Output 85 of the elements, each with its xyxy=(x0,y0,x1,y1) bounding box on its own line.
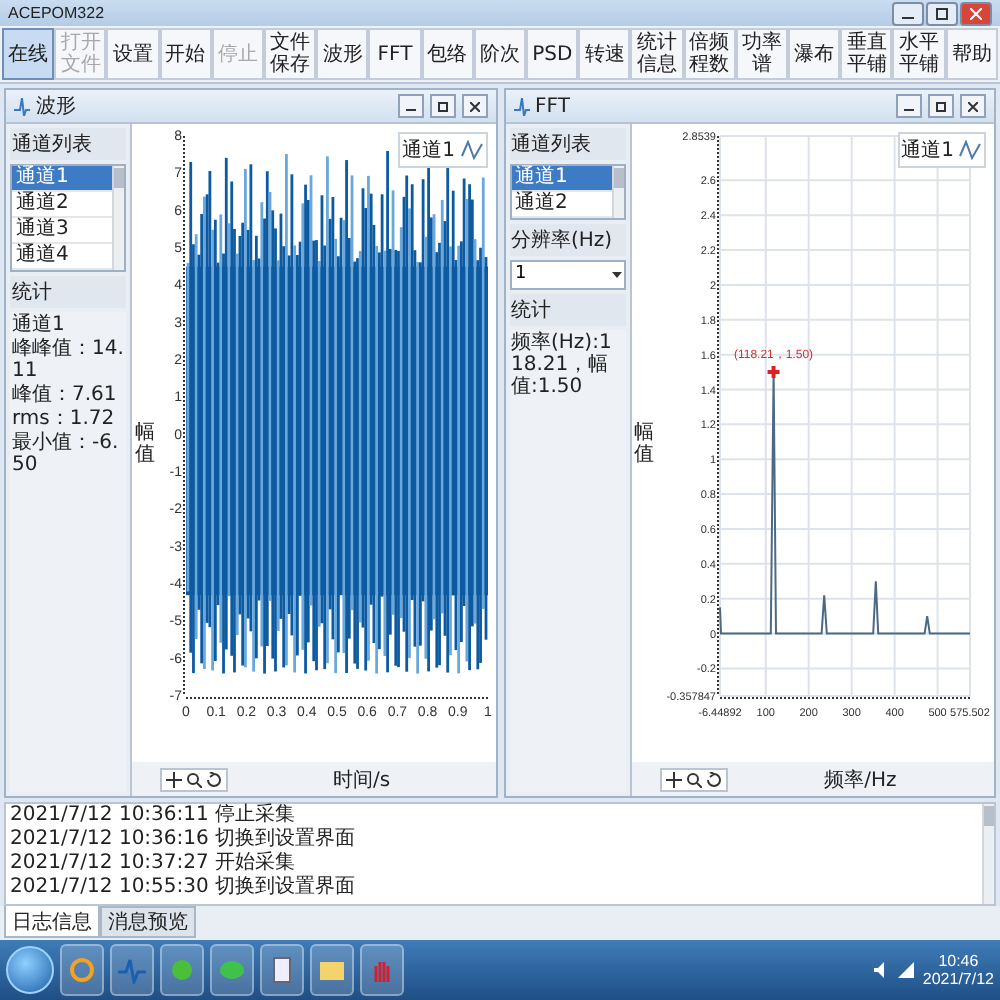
clock[interactable]: 10:46 2021/7/12 xyxy=(922,952,994,988)
clock-time: 10:46 xyxy=(938,952,979,970)
channel-item[interactable]: 通道3 xyxy=(12,218,112,244)
maximize-button[interactable] xyxy=(926,1,958,25)
wave-icon xyxy=(459,140,483,160)
network-icon[interactable] xyxy=(898,962,915,978)
channel-item[interactable]: 通道1 xyxy=(12,166,112,192)
pulse-icon xyxy=(14,97,30,115)
y-axis-label: 幅值 xyxy=(633,421,654,465)
resolution-dropdown[interactable]: 1 xyxy=(509,260,625,290)
tab[interactable]: 日志信息 xyxy=(4,906,100,938)
restore-icon xyxy=(437,101,447,111)
move-icon[interactable] xyxy=(665,771,681,787)
section-heading: 通道列表 xyxy=(10,128,126,160)
log-entry: 2021/7/12 10:36:16 切换到设置界面 xyxy=(10,828,358,851)
log-entry: 2021/7/12 10:36:11 停止采集 xyxy=(10,804,298,827)
toolbar-button[interactable]: 波形 xyxy=(316,28,369,80)
log-entry: 2021/7/12 10:37:27 开始采集 xyxy=(10,852,298,875)
toolbar-button[interactable]: 统计信息 xyxy=(630,28,684,80)
tab[interactable]: 消息预览 xyxy=(100,906,196,938)
maximize-icon xyxy=(936,7,948,19)
toolbar-button[interactable]: PSD xyxy=(526,28,579,80)
x-axis-label: 时间/s xyxy=(330,767,393,793)
channel-item[interactable]: 通道1 xyxy=(511,166,611,192)
minimize-button[interactable] xyxy=(397,94,423,118)
toolbar-button[interactable]: 在线 xyxy=(2,28,55,80)
restore-button[interactable] xyxy=(928,94,954,118)
reset-icon[interactable] xyxy=(705,771,721,787)
stat-text: 最小值：-6.50 xyxy=(12,432,121,476)
peak-marker-icon xyxy=(765,364,782,381)
move-icon[interactable] xyxy=(166,771,182,787)
field-label: 分辨率(Hz) xyxy=(509,224,625,256)
stat-text: 频率(Hz):118.21，幅值:1.50 xyxy=(511,332,614,398)
close-icon xyxy=(968,101,978,111)
folder-icon[interactable] xyxy=(310,944,354,996)
toolbar-button[interactable]: FFT xyxy=(368,28,422,80)
start-button[interactable] xyxy=(6,946,54,994)
section-heading: 统计 xyxy=(509,294,625,326)
panel-title: 波形 xyxy=(36,93,78,120)
toolbar-button[interactable]: 帮助 xyxy=(945,28,998,80)
stat-text: 峰峰值：14.11 xyxy=(12,338,124,382)
channel-item[interactable]: 通道4 xyxy=(12,244,112,270)
clock-date: 2021/7/12 xyxy=(922,970,994,988)
y-axis-label: 幅值 xyxy=(134,421,155,465)
close-icon xyxy=(970,7,982,19)
document-icon[interactable] xyxy=(260,944,304,996)
minimize-button[interactable] xyxy=(892,1,924,25)
toolbar-button[interactable]: 垂直平铺 xyxy=(840,28,893,80)
toolbar-button[interactable]: 瀑布 xyxy=(788,28,841,80)
zoom-icon[interactable] xyxy=(186,771,202,787)
pulse-icon[interactable] xyxy=(110,944,154,996)
toolbar-button[interactable]: 倍频程数 xyxy=(683,28,736,80)
channel-item[interactable]: 通道2 xyxy=(12,192,112,218)
section-heading: 统计 xyxy=(10,276,126,308)
x-axis-label: 频率/Hz xyxy=(822,767,899,793)
toolbar-button[interactable]: 功率谱 xyxy=(735,28,789,80)
minimize-button[interactable] xyxy=(896,94,922,118)
reset-icon[interactable] xyxy=(206,771,222,787)
toolbar-button[interactable]: 转速 xyxy=(578,28,631,80)
toolbar-button[interactable]: 阶次 xyxy=(473,28,527,80)
scrollbar[interactable] xyxy=(982,804,994,904)
stat-text: 通道1 xyxy=(12,314,67,336)
panel-title: FFT xyxy=(535,95,572,117)
legend-label: 通道1 xyxy=(402,137,455,164)
log-entry: 2021/7/12 10:55:30 切换到设置界面 xyxy=(10,876,358,900)
stat-text: rms：1.72 xyxy=(12,408,117,430)
toolbar-button[interactable]: 包络 xyxy=(421,28,474,80)
close-button[interactable] xyxy=(960,94,986,118)
toolbar-button[interactable]: 设置 xyxy=(106,28,160,80)
stat-text: 峰值：7.61 xyxy=(12,384,119,406)
channel-item[interactable]: 通道2 xyxy=(511,192,611,218)
toolbar-button[interactable]: 开始 xyxy=(159,28,212,80)
restore-icon xyxy=(936,101,946,111)
close-icon xyxy=(469,101,479,111)
close-button[interactable] xyxy=(461,94,487,118)
toolbar-button[interactable]: 水平平铺 xyxy=(892,28,946,80)
toolbar-button[interactable]: 文件保存 xyxy=(264,28,317,80)
scrollbar[interactable] xyxy=(112,166,124,270)
zoom-icon[interactable] xyxy=(685,771,701,787)
restore-button[interactable] xyxy=(429,94,455,118)
wave-icon xyxy=(958,140,982,160)
section-heading: 通道列表 xyxy=(509,128,625,160)
pulse-icon xyxy=(513,97,529,115)
legend-label: 通道1 xyxy=(901,137,954,164)
window-title: ACEPOM322 xyxy=(8,4,105,22)
